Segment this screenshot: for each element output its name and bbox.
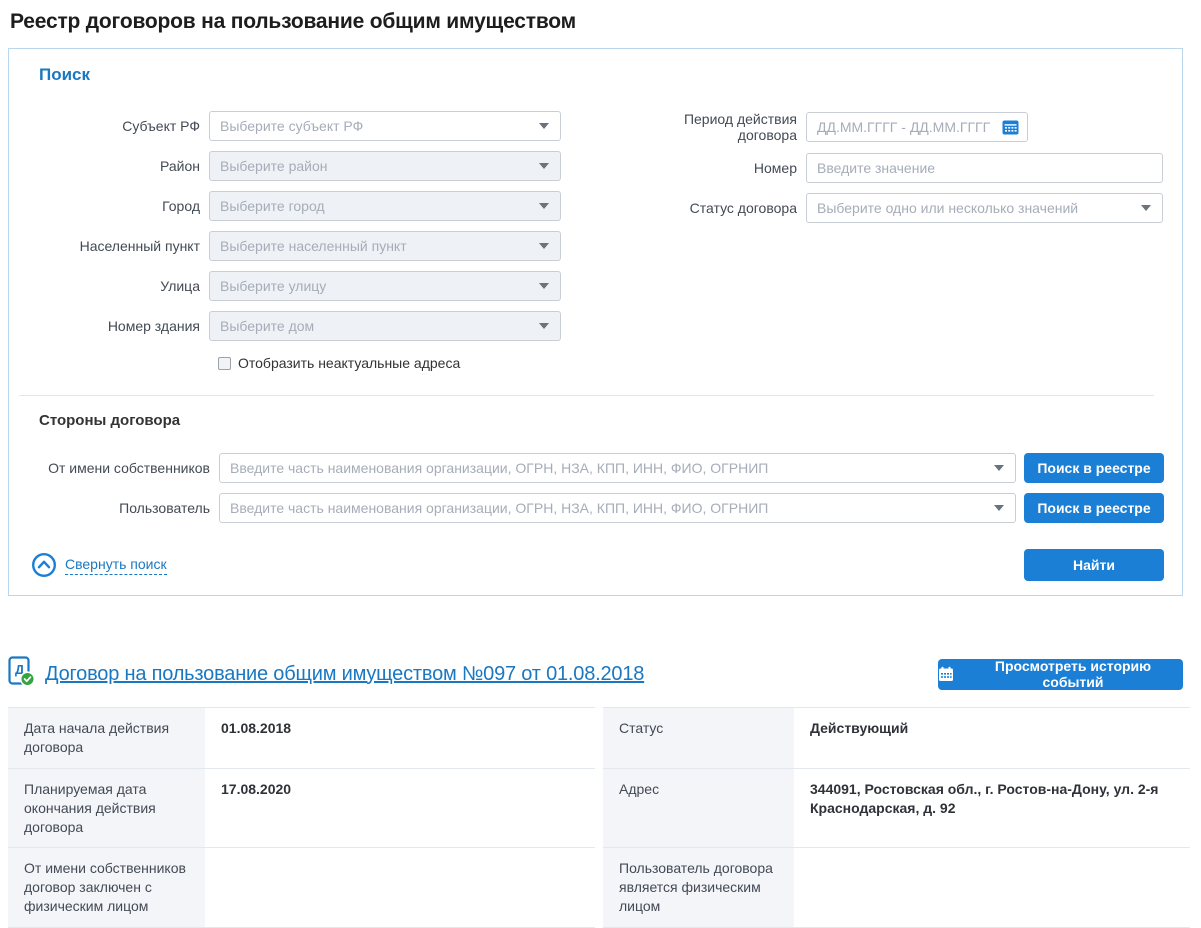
owners-row: От имени собственников Поиск в реестре — [9, 453, 1164, 483]
owners-combobox — [219, 453, 1016, 483]
detail-value-start-date: 01.08.2018 — [205, 707, 595, 769]
form-row-district: Район Выберите район — [9, 151, 568, 181]
user-label: Пользователь — [9, 500, 219, 516]
chevron-down-icon — [539, 123, 549, 129]
table-gap — [595, 848, 603, 928]
building-number-select[interactable]: Выберите дом — [209, 311, 561, 341]
district-select[interactable]: Выберите район — [209, 151, 561, 181]
form-row-number: Номер — [628, 153, 1164, 183]
form-row-city: Город Выберите город — [9, 191, 568, 221]
form-row-settlement: Населенный пункт Выберите населенный пун… — [9, 231, 568, 261]
user-registry-search-button[interactable]: Поиск в реестре — [1024, 493, 1164, 523]
show-inactive-label: Отобразить неактуальные адреса — [238, 355, 460, 371]
chevron-down-icon[interactable] — [994, 505, 1004, 511]
form-row-building: Номер здания Выберите дом — [9, 311, 568, 341]
chevron-down-icon — [539, 163, 549, 169]
detail-label: Пользователь договора является физически… — [603, 848, 794, 928]
contract-period-input[interactable] — [817, 119, 997, 135]
owners-search-input[interactable] — [230, 460, 987, 476]
search-form: Субъект РФ Выберите субъект РФ Район Выб… — [9, 111, 1164, 371]
search-panel-footer: Свернуть поиск Найти — [31, 549, 1164, 581]
calendar-icon — [938, 666, 954, 682]
contract-document-icon: Д — [8, 656, 35, 692]
detail-value-end-date: 17.08.2020 — [205, 769, 595, 849]
show-inactive-row: Отобразить неактуальные адреса — [218, 355, 568, 371]
search-panel: Поиск Субъект РФ Выберите субъект РФ Рай… — [8, 48, 1183, 596]
section-divider — [19, 395, 1154, 396]
contract-number-input[interactable] — [817, 160, 1152, 176]
detail-value-status: Действующий — [794, 707, 1190, 769]
street-select[interactable]: Выберите улицу — [209, 271, 561, 301]
owners-label: От имени собственников — [9, 460, 219, 476]
show-inactive-checkbox[interactable] — [218, 357, 231, 370]
view-history-button[interactable]: Просмотреть историю событий — [938, 659, 1183, 690]
contract-number-label: Номер — [628, 160, 806, 176]
detail-label: Дата начала действия договора — [8, 707, 205, 769]
chevron-down-icon[interactable] — [994, 465, 1004, 471]
building-number-label: Номер здания — [9, 318, 209, 334]
detail-value-address: 344091, Ростовская обл., г. Ростов-на-До… — [794, 769, 1190, 849]
find-button[interactable]: Найти — [1024, 549, 1164, 581]
chevron-down-icon — [539, 323, 549, 329]
contract-period-label: Период действия договора — [628, 111, 806, 143]
settlement-label: Населенный пункт — [9, 238, 209, 254]
page-title: Реестр договоров на пользование общим им… — [10, 10, 1201, 34]
district-label: Район — [9, 158, 209, 174]
detail-label: Адрес — [603, 769, 794, 849]
table-gap — [595, 769, 603, 849]
detail-label: Статус — [603, 707, 794, 769]
result-title-group: Д Договор на пользование общим имущество… — [8, 656, 644, 692]
contract-link[interactable]: Договор на пользование общим имуществом … — [45, 663, 644, 686]
contract-period-field — [806, 112, 1028, 142]
page: Реестр договоров на пользование общим им… — [0, 0, 1201, 910]
chevron-down-icon — [1141, 205, 1151, 211]
contract-details-table: Дата начала действия договора 01.08.2018… — [8, 707, 1190, 928]
form-row-street: Улица Выберите улицу — [9, 271, 568, 301]
table-gap — [595, 707, 603, 769]
contract-status-label: Статус договора — [628, 200, 806, 216]
user-search-input[interactable] — [230, 500, 987, 516]
contract-number-field — [806, 153, 1163, 183]
collapse-search-link[interactable]: Свернуть поиск — [31, 552, 167, 578]
owners-registry-search-button[interactable]: Поиск в реестре — [1024, 453, 1164, 483]
user-row: Пользователь Поиск в реестре — [9, 493, 1164, 523]
form-row-period: Период действия договора — [628, 111, 1164, 143]
form-row-status: Статус договора Выберите одно или нескол… — [628, 193, 1164, 223]
subject-rf-select[interactable]: Выберите субъект РФ — [209, 111, 561, 141]
street-label: Улица — [9, 278, 209, 294]
detail-label: Планируемая дата окончания действия дого… — [8, 769, 205, 849]
chevron-down-icon — [539, 243, 549, 249]
city-select[interactable]: Выберите город — [209, 191, 561, 221]
detail-value-user-person — [794, 848, 1190, 928]
city-label: Город — [9, 198, 209, 214]
calendar-icon[interactable] — [1002, 119, 1019, 135]
settlement-select[interactable]: Выберите населенный пункт — [209, 231, 561, 261]
detail-value-owners-person — [205, 848, 595, 928]
chevron-up-circle-icon — [31, 552, 57, 578]
filters-column: Период действия договора — [628, 111, 1164, 371]
contract-status-multiselect[interactable]: Выберите одно или несколько значений — [806, 193, 1163, 223]
result-header: Д Договор на пользование общим имущество… — [8, 656, 1183, 692]
search-panel-title: Поиск — [39, 65, 1164, 85]
chevron-down-icon — [539, 203, 549, 209]
subject-rf-label: Субъект РФ — [9, 118, 209, 134]
detail-label: От имени собственников договор заключен … — [8, 848, 205, 928]
chevron-down-icon — [539, 283, 549, 289]
contract-parties-heading: Стороны договора — [39, 412, 1164, 429]
form-row-subject: Субъект РФ Выберите субъект РФ — [9, 111, 568, 141]
user-combobox — [219, 493, 1016, 523]
address-column: Субъект РФ Выберите субъект РФ Район Выб… — [9, 111, 568, 371]
